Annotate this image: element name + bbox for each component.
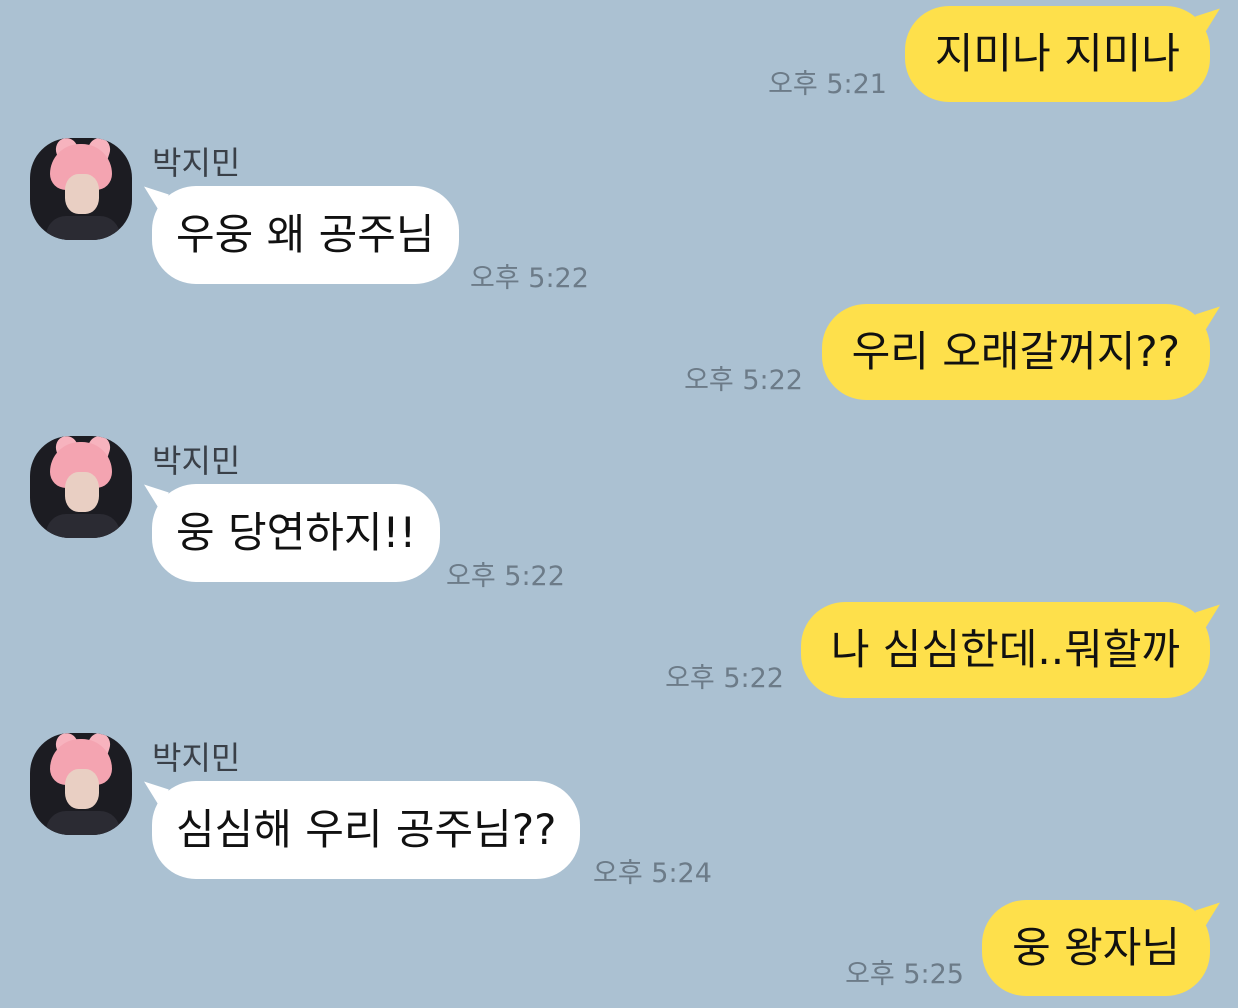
outgoing-bubble[interactable]: 지미나 지미나 <box>904 6 1210 102</box>
avatar[interactable] <box>30 733 132 835</box>
avatar-shirt <box>46 811 120 835</box>
outgoing-bubble[interactable]: 나 심심한데..뭐할까 <box>800 602 1210 698</box>
message-time: 오후 5:25 <box>845 959 964 990</box>
avatar-face <box>65 769 99 809</box>
message-time: 오후 5:24 <box>593 858 712 889</box>
message-time: 오후 5:22 <box>470 263 589 294</box>
incoming-bubble[interactable]: 우웅 왜 공주님 <box>152 186 459 284</box>
sender-name: 박지민 <box>152 442 241 480</box>
incoming-bubble[interactable]: 심심해 우리 공주님?? <box>152 781 581 879</box>
chat-area[interactable]: 오후 5:21 지미나 지미나 박지민 우웅 왜 공주님 오후 5:22 오후 … <box>0 0 1238 1008</box>
avatar-face <box>65 472 99 512</box>
message-time: 오후 5:22 <box>665 663 784 694</box>
avatar-shirt <box>46 514 120 538</box>
message-time: 오후 5:21 <box>768 69 887 100</box>
avatar-shirt <box>46 216 120 240</box>
incoming-bubble[interactable]: 웅 당연하지!! <box>152 484 441 582</box>
outgoing-bubble[interactable]: 웅 왕자님 <box>982 900 1210 996</box>
message-time: 오후 5:22 <box>446 561 565 592</box>
message-time: 오후 5:22 <box>684 365 803 396</box>
sender-name: 박지민 <box>152 739 241 777</box>
avatar[interactable] <box>30 436 132 538</box>
avatar[interactable] <box>30 138 132 240</box>
avatar-face <box>65 174 99 214</box>
sender-name: 박지민 <box>152 144 241 182</box>
outgoing-bubble[interactable]: 우리 오래갈꺼지?? <box>821 304 1210 400</box>
